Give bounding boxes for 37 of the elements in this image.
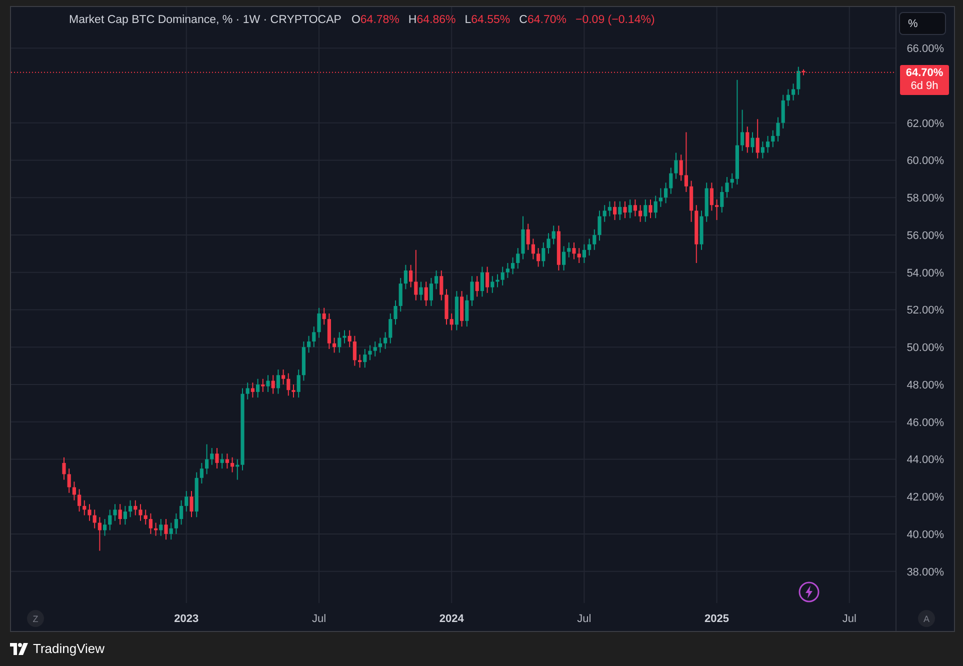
time-axis-label: 2025 [704,613,730,625]
lightning-icon[interactable] [798,581,820,603]
time-axis-label: 2023 [174,613,199,625]
ohlc-value: 64.86% [416,14,456,26]
ohlc-value: 64.78% [360,14,400,26]
time-axis-label: Jul [312,613,326,625]
ohlc-value: 64.55% [471,14,510,26]
price-change: −0.09 (−0.14%) [576,14,655,26]
price-axis-label: 52.00% [906,304,944,317]
logo-icon [10,642,28,656]
ohlc-value: 64.70% [527,14,566,26]
price-axis-label: 48.00% [906,379,944,392]
price-axis-label: 66.00% [906,43,944,56]
price-axis-label: 50.00% [906,342,944,354]
price-axis-label: 54.00% [906,267,944,280]
price-axis-label: 44.00% [906,454,944,466]
price-axis-label: 42.00% [906,492,944,504]
price-axis-label: 56.00% [906,230,944,242]
time-axis-label: Jul [842,613,856,625]
price-axis-label: 46.00% [906,416,944,429]
ohlc-label: H [408,14,417,26]
zoom-reset-button[interactable]: Z [27,610,44,627]
chart-title: Market Cap BTC Dominance, % · 1W · CRYPTOCAP [69,14,342,26]
price-axis-label: 38.00% [906,566,944,578]
brand-name: TradingView [33,641,105,656]
last-price-label: 64.70% 6d 9h [900,65,949,96]
percent-scale-button[interactable]: % [899,12,946,35]
auto-scale-button[interactable]: A [918,610,935,627]
price-axis-label: 58.00% [906,192,944,205]
time-axis-label: 2024 [439,613,464,625]
time-axis-label: Jul [577,613,592,625]
ohlc-label: O [351,14,360,26]
ohlc-label: L [464,14,472,26]
price-axis-label: 40.00% [906,528,944,541]
ohlc-label: C [519,14,528,26]
price-axis-label: 62.00% [906,118,944,130]
price-axis-label: 60.00% [906,155,944,168]
